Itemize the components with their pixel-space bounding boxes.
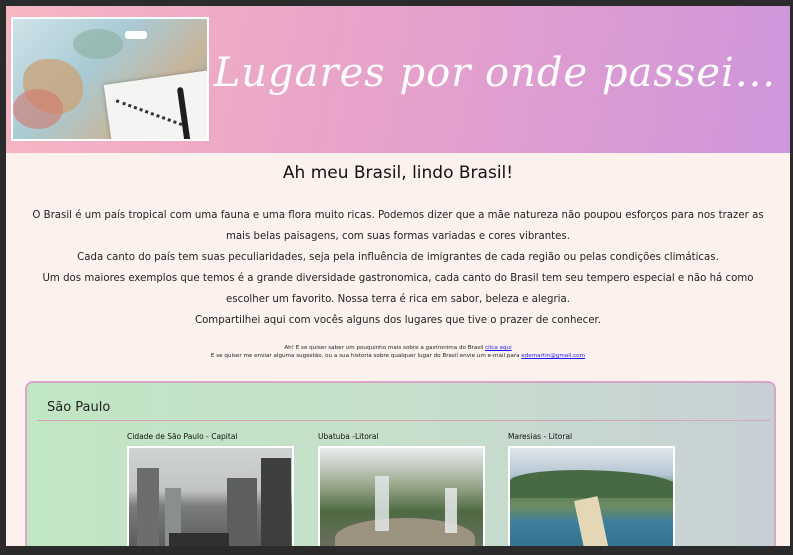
card-title: Ubatuba -Litoral: [318, 432, 379, 441]
card-title: Maresias - Litoral: [508, 432, 573, 441]
section-divider: [37, 420, 770, 421]
building-shape: [261, 458, 291, 546]
page-title: Ah meu Brasil, lindo Brasil!: [282, 163, 514, 183]
city-photo[interactable]: [127, 446, 294, 546]
waterfall-photo[interactable]: [318, 446, 485, 546]
building-shape: [137, 468, 159, 546]
email-link[interactable]: edemartin@gmail.com: [521, 353, 585, 359]
page: Lugares por onde passei... Ah meu Brasil…: [6, 6, 790, 546]
site-title: Lugares por onde passei...: [213, 50, 776, 96]
boat-shape: [125, 31, 147, 39]
gastronomy-link[interactable]: clica aqui: [485, 345, 512, 351]
card-maresias[interactable]: Maresias - Litoral: [508, 432, 675, 546]
intro-paragraph: O Brasil é um país tropical com uma faun…: [32, 210, 764, 242]
card-title: Cidade de São Paulo - Capital: [127, 432, 238, 441]
intro-paragraph: Um dos maiores exemplos que temos é a gr…: [42, 273, 754, 305]
map-photo: [11, 17, 209, 141]
waterfall-shape: [445, 488, 457, 533]
card-sao-paulo[interactable]: Cidade de São Paulo - Capital: [127, 432, 294, 546]
gastronomy-note: Ah! E se quiser saber um pouquinho mais …: [6, 344, 790, 352]
gastronomy-note-text: Ah! E se quiser saber um pouquinho mais …: [284, 345, 486, 351]
intro-text: O Brasil é um país tropical com uma faun…: [28, 205, 768, 331]
road-shape: [169, 533, 229, 546]
intro-paragraph: Compartilhei aqui com vocês alguns dos l…: [194, 315, 602, 326]
section-title: São Paulo: [47, 400, 111, 415]
waterfall-shape: [375, 476, 389, 531]
hill-shape: [510, 470, 673, 498]
map-detail: [73, 29, 123, 59]
beach-photo[interactable]: [508, 446, 675, 546]
card-ubatuba[interactable]: Ubatuba -Litoral: [318, 432, 485, 546]
building-shape: [227, 478, 257, 546]
sao-paulo-section: São Paulo Cidade de São Paulo - Capital …: [25, 381, 776, 546]
header-banner: Lugares por onde passei...: [6, 6, 790, 153]
beach-shape: [574, 496, 610, 546]
intro-paragraph: Cada canto do país tem suas peculiaridad…: [77, 252, 719, 263]
email-note-text: E se quiser me enviar alguma sugestão, o…: [210, 353, 522, 359]
contact-note: Ah! E se quiser saber um pouquinho mais …: [6, 344, 790, 360]
email-note: E se quiser me enviar alguma sugestão, o…: [6, 352, 790, 360]
map-detail: [13, 89, 63, 129]
